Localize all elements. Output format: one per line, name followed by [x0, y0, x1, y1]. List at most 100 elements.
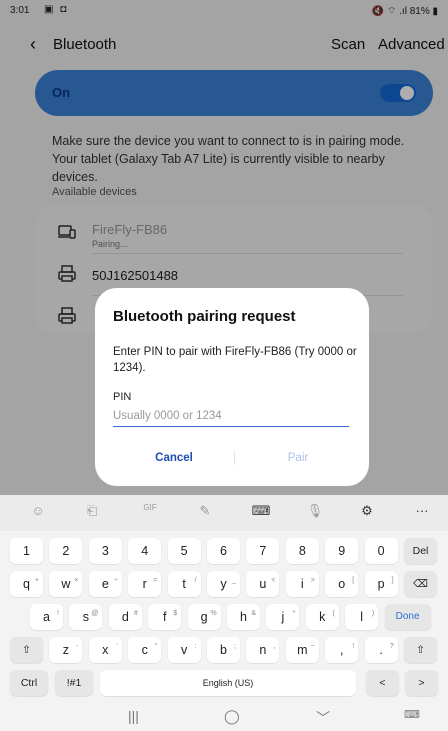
key-label: >: [418, 677, 425, 689]
key-label: k: [319, 610, 326, 624]
key-c[interactable]: c ": [128, 637, 162, 663]
key-n[interactable]: n,: [246, 637, 280, 663]
key-0[interactable]: 0: [364, 538, 398, 564]
dialog-message: Enter PIN to pair with FireFly-FB86 (Try…: [113, 346, 357, 374]
key-k[interactable]: k(: [305, 604, 339, 630]
key-v[interactable]: v:: [167, 637, 201, 663]
key-u[interactable]: u <: [246, 571, 280, 597]
key-m[interactable]: m ~: [285, 637, 319, 663]
space-bar[interactable]: English (US): [100, 670, 356, 696]
key-secondary: $: [173, 610, 178, 617]
key-r[interactable]: r =: [128, 571, 162, 597]
shift-key[interactable]: ⇧: [10, 637, 43, 663]
key-label: ⇧: [22, 644, 31, 656]
key-done[interactable]: Done: [384, 604, 431, 630]
handwriting-icon[interactable]: ✎: [193, 503, 217, 523]
key-label: ⌫: [413, 578, 428, 590]
key-o[interactable]: o[: [325, 571, 359, 597]
key-2[interactable]: 2: [49, 538, 83, 564]
key-label: u: [259, 577, 267, 591]
key-label: j: [281, 610, 285, 624]
key-d[interactable]: d #: [108, 604, 142, 630]
key-secondary: ÷: [113, 577, 118, 584]
key-del[interactable]: Del: [404, 538, 437, 564]
key-label: b: [220, 643, 227, 657]
key-secondary: +: [34, 577, 39, 584]
key-secondary: <: [271, 577, 276, 584]
key-a[interactable]: a!: [30, 604, 63, 630]
key-label: English (US): [202, 678, 254, 688]
key-b[interactable]: b;: [207, 637, 240, 663]
more-options-icon[interactable]: ···: [410, 503, 434, 523]
recents-icon[interactable]: |||: [128, 708, 139, 724]
key-x[interactable]: x ': [88, 637, 122, 663]
settings-gear-icon[interactable]: ⚙: [355, 503, 379, 523]
key-7[interactable]: 7: [246, 538, 280, 564]
clipboard-icon[interactable]: ⌨: [249, 503, 273, 523]
button-divider: [234, 451, 235, 465]
key-label: q: [23, 577, 30, 591]
key-label: 8: [298, 544, 306, 558]
key-4[interactable]: 4: [128, 538, 162, 564]
key-5[interactable]: 5: [167, 538, 201, 564]
key-backspace[interactable]: ⌫: [404, 571, 437, 597]
key-secondary: ?: [389, 643, 394, 650]
key-label: r: [142, 577, 147, 591]
cursor-right-key[interactable]: >: [405, 670, 438, 696]
ctrl-key[interactable]: Ctrl: [10, 670, 48, 696]
key-f[interactable]: f $: [148, 604, 182, 630]
key-l[interactable]: l): [345, 604, 379, 630]
emoji-icon[interactable]: ☺: [26, 503, 50, 523]
key-period[interactable]: .?: [364, 637, 398, 663]
pin-input[interactable]: [113, 405, 349, 427]
key-j[interactable]: j *: [266, 604, 300, 630]
key-9[interactable]: 9: [325, 538, 359, 564]
key-label: Ctrl: [20, 677, 38, 689]
key-8[interactable]: 8: [285, 538, 319, 564]
key-comma[interactable]: ,!: [325, 637, 359, 663]
cancel-button[interactable]: Cancel: [129, 446, 219, 470]
key-e[interactable]: e ÷: [88, 571, 122, 597]
key-h[interactable]: h &: [227, 604, 260, 630]
key-g[interactable]: g%: [187, 604, 221, 630]
key-t[interactable]: t /: [167, 571, 201, 597]
key-label: 1: [23, 544, 30, 558]
key-6[interactable]: 6: [207, 538, 240, 564]
gif-icon[interactable]: GIF: [138, 503, 162, 523]
pair-button[interactable]: Pair: [253, 446, 343, 470]
key-label: n: [259, 643, 267, 657]
key-1[interactable]: 1: [10, 538, 43, 564]
microphone-icon[interactable]: 🎙: [303, 503, 327, 523]
key-s[interactable]: s @: [69, 604, 103, 630]
shift-key[interactable]: ⇧: [404, 637, 437, 663]
key-label: f: [162, 610, 167, 624]
on-screen-keyboard: ☺ ⎗ GIF ✎ ⌨ 🎙 ⚙ ··· 1 2 3 4 5 6 7 8 9 0 Del q + w × e ÷ r…: [0, 495, 448, 731]
key-3[interactable]: 3: [88, 538, 122, 564]
key-secondary: >: [310, 577, 315, 584]
cursor-left-key[interactable]: <: [366, 670, 399, 696]
key-secondary: #: [133, 610, 138, 617]
key-label: p: [377, 577, 385, 591]
sticker-icon[interactable]: ⎗: [80, 503, 104, 523]
key-label: ⇧: [416, 644, 425, 656]
keyboard-switch-icon[interactable]: ⌨: [404, 708, 420, 721]
key-label: a: [43, 610, 50, 624]
symbols-key[interactable]: !#1: [55, 670, 93, 696]
key-w[interactable]: w ×: [49, 571, 83, 597]
keyboard-toolbar: ☺ ⎗ GIF ✎ ⌨ 🎙 ⚙ ···: [0, 495, 448, 531]
key-q[interactable]: q +: [10, 571, 43, 597]
key-label: .: [379, 643, 383, 657]
pairing-dialog: Bluetooth pairing request Enter PIN to p…: [95, 288, 369, 486]
key-label: o: [338, 577, 346, 591]
key-y[interactable]: y _: [207, 571, 240, 597]
key-secondary: :: [194, 643, 197, 650]
key-label: w: [61, 577, 71, 591]
key-z[interactable]: z-: [49, 637, 83, 663]
key-label: ,: [339, 643, 344, 657]
key-i[interactable]: i >: [285, 571, 319, 597]
key-p[interactable]: p]: [364, 571, 398, 597]
key-secondary: ;: [234, 643, 236, 650]
key-secondary: _: [232, 577, 236, 584]
home-icon[interactable]: ◯: [224, 708, 240, 725]
back-icon[interactable]: ﹀: [316, 708, 330, 728]
